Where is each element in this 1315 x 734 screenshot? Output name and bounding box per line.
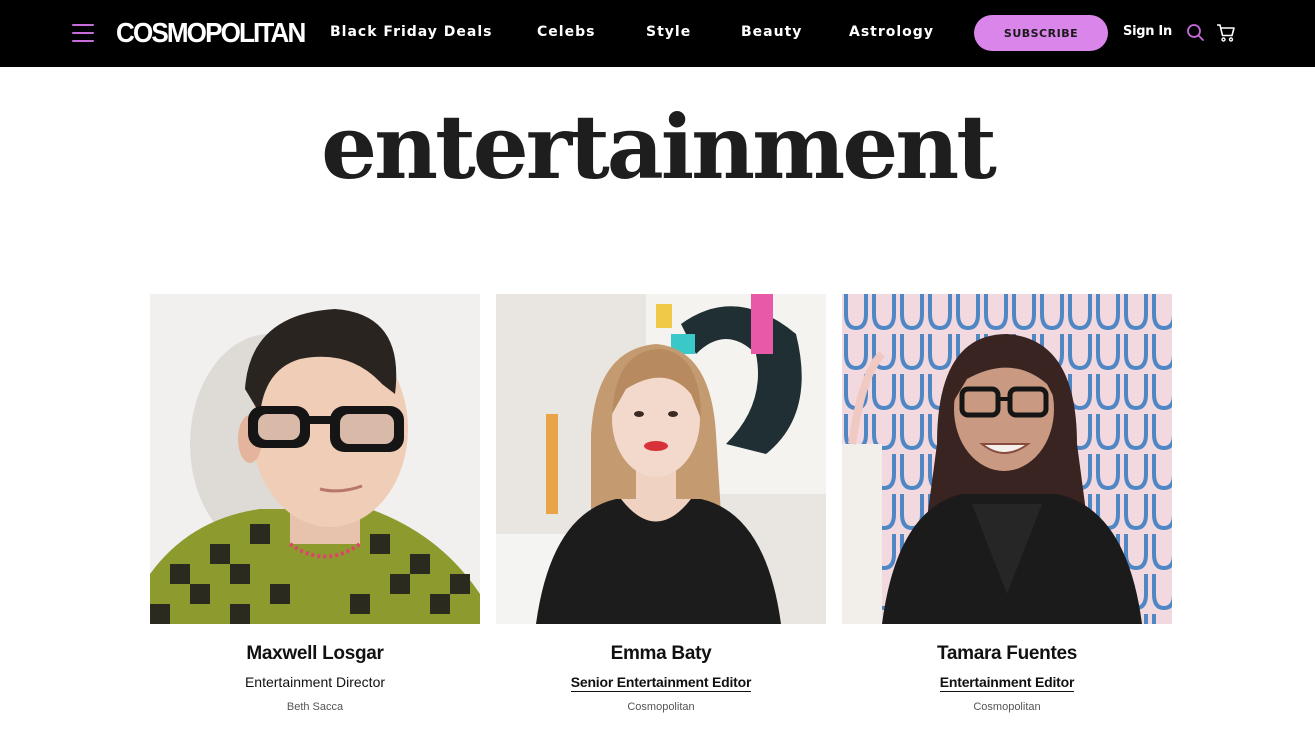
nav-link-beauty[interactable]: Beauty [741, 22, 802, 42]
staff-photo[interactable] [496, 294, 826, 624]
nav-link-astrology[interactable]: Astrology [849, 22, 934, 42]
staff-name[interactable]: Tamara Fuentes [842, 642, 1172, 666]
photo-credit: Beth Sacca [286, 701, 344, 713]
page-title: entertainment [321, 95, 997, 199]
top-navbar: COSMOPOLITAN Black Friday Deals Celebs S… [0, 0, 1315, 67]
nav-link-black-friday-deals[interactable]: Black Friday Deals [330, 22, 493, 42]
staff-card: Emma Baty Senior Entertainment Editor Co… [496, 294, 826, 714]
staff-role-link[interactable]: Entertainment Editor [939, 674, 1074, 692]
site-logo[interactable]: COSMOPOLITAN [116, 16, 306, 50]
staff-card: Maxwell Losgar Entertainment Director Be… [150, 294, 480, 714]
staff-role-label: Entertainment Director [244, 674, 386, 690]
staff-photo[interactable] [842, 294, 1172, 624]
cart-icon[interactable] [1216, 23, 1236, 43]
staff-role-link[interactable]: Senior Entertainment Editor [570, 674, 751, 692]
staff-role: Entertainment Director [150, 673, 480, 691]
photo-credit: Cosmopolitan [627, 701, 695, 713]
staff-name[interactable]: Emma Baty [496, 642, 826, 666]
sign-in-link[interactable]: Sign In [1123, 22, 1172, 42]
staff-name[interactable]: Maxwell Losgar [150, 642, 480, 666]
subscribe-button[interactable]: SUBSCRIBE [974, 15, 1108, 51]
menu-icon[interactable] [72, 22, 96, 44]
nav-link-celebs[interactable]: Celebs [537, 22, 595, 42]
staff-photo[interactable] [150, 294, 480, 624]
search-icon[interactable] [1186, 23, 1206, 43]
nav-link-style[interactable]: Style [646, 22, 691, 42]
staff-role: Senior Entertainment Editor [496, 673, 826, 692]
photo-credit: Cosmopolitan [973, 701, 1041, 713]
staff-card: Tamara Fuentes Entertainment Editor Cosm… [842, 294, 1172, 714]
staff-role: Entertainment Editor [842, 673, 1172, 692]
